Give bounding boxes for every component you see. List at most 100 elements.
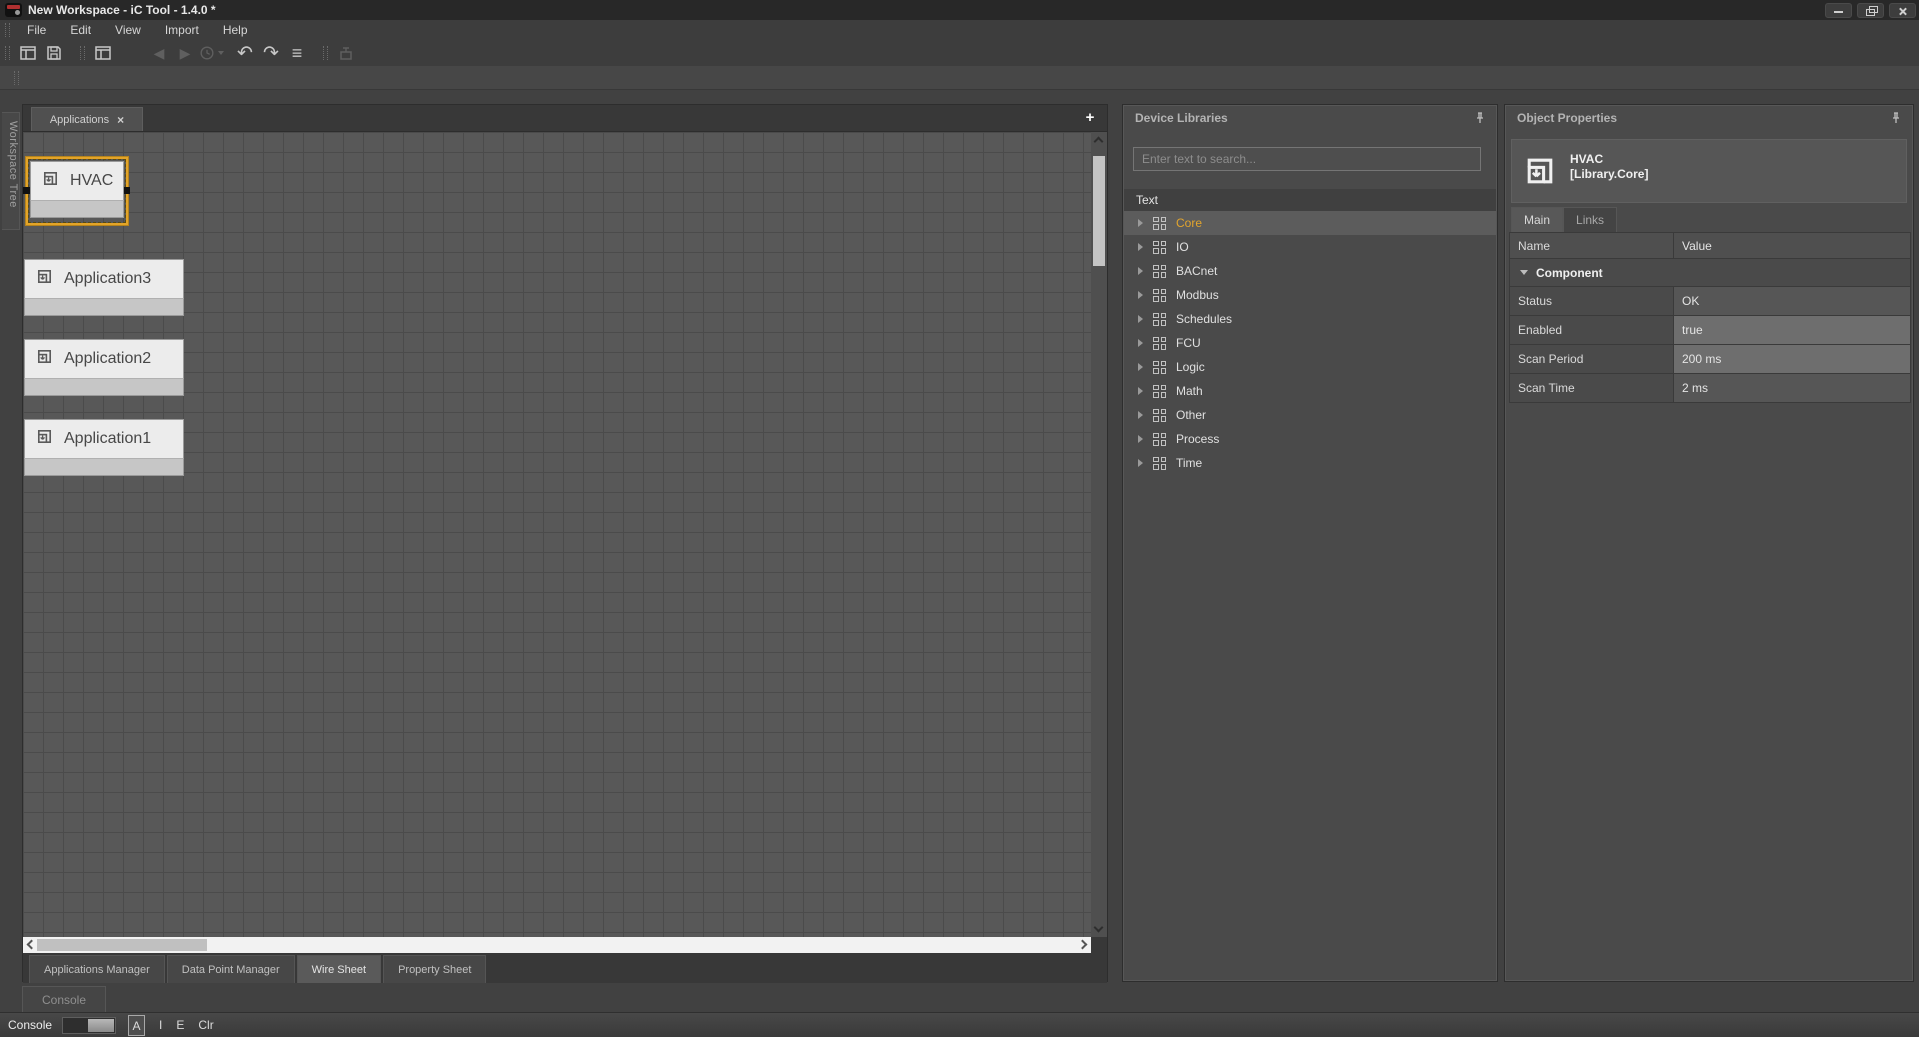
expander-icon[interactable] [1138,411,1143,419]
menu-edit[interactable]: Edit [58,20,103,40]
library-icon [1153,409,1166,422]
toolbar-grip-3[interactable] [323,46,328,60]
tab-data-point-manager[interactable]: Data Point Manager [167,955,295,983]
library-icon [1153,433,1166,446]
tree-item-logic[interactable]: Logic [1124,355,1496,379]
console-clear-button[interactable]: Clr [198,1018,213,1032]
library-icon [1153,385,1166,398]
expander-icon[interactable] [1138,339,1143,347]
tab-close-icon[interactable]: × [117,113,124,127]
wire-sheet-canvas[interactable]: HVAC Application3 Application2 [23,131,1091,937]
scroll-left-icon[interactable] [27,940,37,950]
scroll-up-icon[interactable] [1094,137,1104,147]
device-libraries-title: Device Libraries [1135,111,1228,125]
console-filter-error-button[interactable]: E [176,1018,184,1032]
log-list-icon[interactable]: ≡ [284,42,310,64]
prop-name: Scan Period [1510,345,1674,373]
block-application3[interactable]: Application3 [24,259,184,316]
tab-main[interactable]: Main [1511,207,1563,232]
library-icon [1153,361,1166,374]
history-caret-icon [218,51,224,55]
close-button[interactable] [1889,3,1916,18]
back-icon[interactable]: ◀ [146,42,172,64]
prop-value[interactable]: 200 ms [1674,345,1910,373]
workspace-tree-tab[interactable]: Workspace Tree [2,112,20,230]
object-properties-panel: Object Properties HVAC [Library.Core] Ma… [1504,104,1914,982]
menubar-grip[interactable] [5,23,10,37]
library-search-input[interactable] [1133,147,1481,171]
console-filter-info-button[interactable]: I [159,1018,162,1032]
tab-wire-sheet[interactable]: Wire Sheet [297,955,381,983]
group-row-component[interactable]: Component [1510,258,1910,286]
collapse-icon[interactable] [1520,270,1528,275]
tab-property-sheet[interactable]: Property Sheet [383,955,486,983]
resize-handle-left[interactable] [23,187,30,194]
pin-icon[interactable] [1889,111,1903,125]
dockstrip-grip[interactable] [14,71,19,85]
menu-view[interactable]: View [103,20,153,40]
expander-icon[interactable] [1138,387,1143,395]
tree-item-time[interactable]: Time [1124,451,1496,475]
expander-icon[interactable] [1138,291,1143,299]
menu-help[interactable]: Help [211,20,260,40]
scroll-down-icon[interactable] [1094,923,1104,933]
expander-icon[interactable] [1138,315,1143,323]
prop-value[interactable]: true [1674,316,1910,344]
scroll-right-icon[interactable] [1078,940,1088,950]
restore-button[interactable] [1857,3,1884,18]
tree-item-core[interactable]: Core [1124,211,1496,235]
toolbar-grip[interactable] [5,46,10,60]
resize-handle-right[interactable] [123,187,130,194]
tab-links[interactable]: Links [1563,207,1617,232]
console-slider[interactable] [62,1017,116,1034]
column-name: Name [1510,233,1674,258]
tab-applications[interactable]: Applications × [31,107,143,131]
tab-applications-manager[interactable]: Applications Manager [29,955,165,983]
expander-icon[interactable] [1138,243,1143,251]
menu-file[interactable]: File [15,20,58,40]
block-hvac[interactable]: HVAC [30,161,124,218]
console-panel-tab[interactable]: Console [22,986,106,1012]
menu-import[interactable]: Import [153,20,211,40]
add-tab-button[interactable]: + [1081,107,1099,129]
expander-icon[interactable] [1138,435,1143,443]
tree-item-math[interactable]: Math [1124,379,1496,403]
vertical-scrollbar[interactable] [1091,131,1107,937]
expander-icon[interactable] [1138,459,1143,467]
tree-item-schedules[interactable]: Schedules [1124,307,1496,331]
library-icon [1153,313,1166,326]
tree-item-process[interactable]: Process [1124,427,1496,451]
deploy-device-icon[interactable] [333,42,359,64]
horizontal-scroll-thumb[interactable] [37,939,207,951]
block-footer [24,459,184,476]
panel-layout-icon[interactable] [90,42,116,64]
component-icon [35,267,54,291]
tree-item-io[interactable]: IO [1124,235,1496,259]
toolbar-grip-2[interactable] [80,46,85,60]
expander-icon[interactable] [1138,267,1143,275]
redo-icon[interactable]: ↷ [258,42,284,64]
console-slider-thumb[interactable] [88,1019,114,1032]
horizontal-scrollbar[interactable] [23,937,1091,953]
tree-item-bacnet[interactable]: BACnet [1124,259,1496,283]
console-filter-all-button[interactable]: A [128,1015,145,1036]
library-icon [1153,265,1166,278]
block-label: HVAC [70,172,113,190]
vertical-scroll-thumb[interactable] [1093,156,1105,266]
expander-icon[interactable] [1138,219,1143,227]
expander-icon[interactable] [1138,363,1143,371]
forward-icon[interactable]: ▶ [172,42,198,64]
undo-icon[interactable]: ↶ [232,42,258,64]
block-application1[interactable]: Application1 [24,419,184,476]
minimize-button[interactable] [1825,3,1852,18]
prop-value: OK [1674,287,1910,315]
block-application2[interactable]: Application2 [24,339,184,396]
tree-item-fcu[interactable]: FCU [1124,331,1496,355]
pin-icon[interactable] [1473,111,1487,125]
save-icon[interactable] [41,42,67,64]
tree-item-other[interactable]: Other [1124,403,1496,427]
object-name: HVAC [1570,152,1603,166]
history-icon[interactable] [198,42,224,64]
new-workspace-icon[interactable] [15,42,41,64]
tree-item-modbus[interactable]: Modbus [1124,283,1496,307]
